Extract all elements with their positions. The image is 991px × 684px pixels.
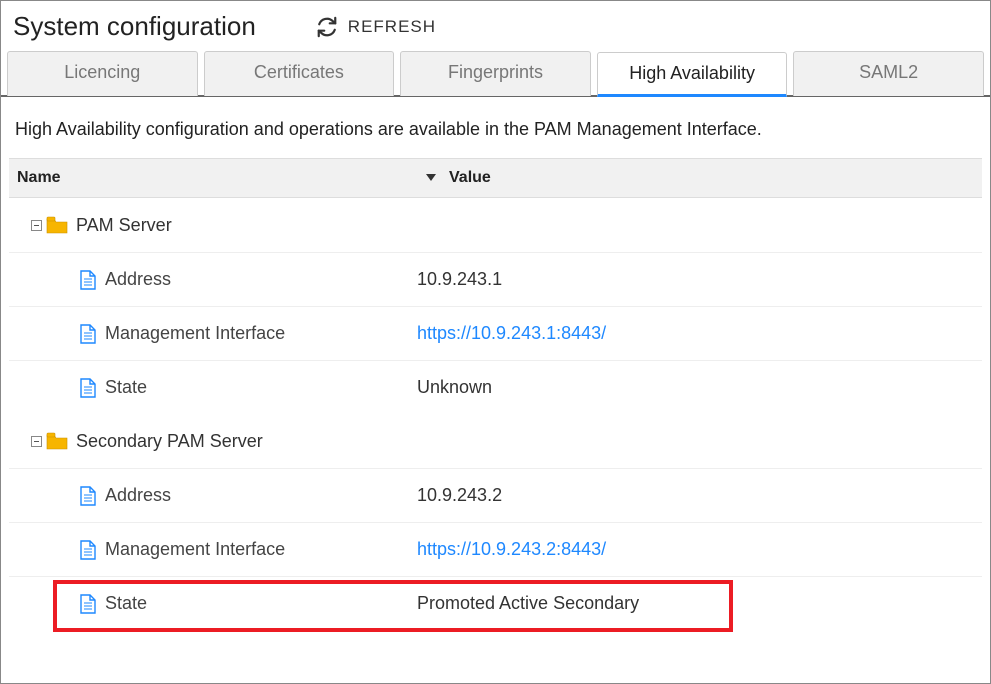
tree-leaf-value-link[interactable]: https://10.9.243.1:8443/ xyxy=(417,323,606,344)
tree-leaf-state[interactable]: State Unknown xyxy=(9,360,982,414)
tree-leaf-value-link[interactable]: https://10.9.243.2:8443/ xyxy=(417,539,606,560)
tree-leaf-name: Address xyxy=(105,269,171,290)
tree: PAM Server Address 10.9.243.1 xyxy=(9,198,982,630)
tab-certificates[interactable]: Certificates xyxy=(204,51,395,96)
tree-leaf-value: 10.9.243.2 xyxy=(417,485,502,506)
refresh-button[interactable]: REFRESH xyxy=(316,16,436,38)
tree-leaf-name: State xyxy=(105,593,147,614)
column-header-value[interactable]: Value xyxy=(425,169,974,187)
tree-group-secondary-pam-server[interactable]: Secondary PAM Server xyxy=(9,414,982,468)
tree-leaf-state[interactable]: State Promoted Active Secondary xyxy=(9,576,982,630)
document-icon xyxy=(79,324,97,344)
refresh-label: REFRESH xyxy=(348,17,436,37)
tab-licencing[interactable]: Licencing xyxy=(7,51,198,96)
tree-leaf-value: Unknown xyxy=(417,377,492,398)
collapse-icon[interactable] xyxy=(31,436,42,447)
tabs: Licencing Certificates Fingerprints High… xyxy=(1,50,990,97)
table-header: Name Value xyxy=(9,158,982,198)
tree-leaf-name: State xyxy=(105,377,147,398)
tree-leaf-name: Address xyxy=(105,485,171,506)
collapse-icon[interactable] xyxy=(31,220,42,231)
tree-leaf-management-interface[interactable]: Management Interface https://10.9.243.1:… xyxy=(9,306,982,360)
tree-leaf-address[interactable]: Address 10.9.243.1 xyxy=(9,252,982,306)
page-title: System configuration xyxy=(13,11,256,42)
folder-icon xyxy=(46,216,68,234)
document-icon xyxy=(79,378,97,398)
tree-leaf-management-interface[interactable]: Management Interface https://10.9.243.2:… xyxy=(9,522,982,576)
tab-high-availability[interactable]: High Availability xyxy=(597,52,788,97)
tab-description: High Availability configuration and oper… xyxy=(15,119,976,140)
tab-saml2[interactable]: SAML2 xyxy=(793,51,984,96)
column-header-value-label: Value xyxy=(449,169,491,187)
tree-leaf-value: 10.9.243.1 xyxy=(417,269,502,290)
tree-leaf-name: Management Interface xyxy=(105,539,285,560)
tree-group-label: PAM Server xyxy=(76,215,172,236)
refresh-icon xyxy=(316,16,338,38)
tree-group-label: Secondary PAM Server xyxy=(76,431,263,452)
document-icon xyxy=(79,270,97,290)
sort-desc-icon xyxy=(425,169,437,187)
tree-leaf-value: Promoted Active Secondary xyxy=(417,593,639,614)
document-icon xyxy=(79,594,97,614)
column-header-name[interactable]: Name xyxy=(17,169,425,187)
document-icon xyxy=(79,486,97,506)
tree-leaf-address[interactable]: Address 10.9.243.2 xyxy=(9,468,982,522)
tree-leaf-name: Management Interface xyxy=(105,323,285,344)
document-icon xyxy=(79,540,97,560)
folder-icon xyxy=(46,432,68,450)
tab-fingerprints[interactable]: Fingerprints xyxy=(400,51,591,96)
tree-group-pam-server[interactable]: PAM Server xyxy=(9,198,982,252)
